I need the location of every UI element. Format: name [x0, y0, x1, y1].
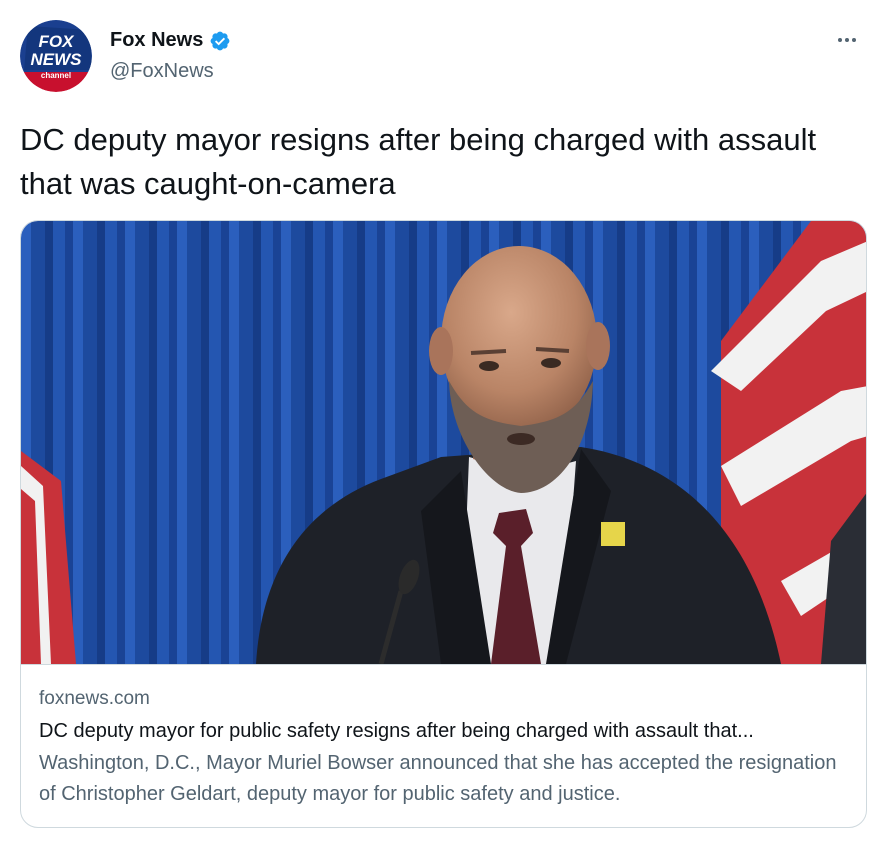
- author-name-row[interactable]: Fox News: [110, 29, 231, 52]
- avatar-text-channel: channel: [41, 71, 71, 80]
- fox-news-logo: FOX NEWS channel: [20, 20, 92, 92]
- tweet-text: DC deputy mayor resigns after being char…: [20, 122, 817, 201]
- card-title[interactable]: DC deputy mayor for public safety resign…: [39, 716, 850, 746]
- link-card[interactable]: foxnews.com DC deputy mayor for public s…: [20, 220, 867, 828]
- more-horizontal-icon[interactable]: [832, 30, 862, 50]
- press-conference-photo: [21, 221, 866, 664]
- card-domain: foxnews.com: [39, 688, 150, 709]
- avatar[interactable]: FOX NEWS channel: [20, 20, 92, 92]
- display-name[interactable]: Fox News: [110, 29, 203, 52]
- avatar-text-fox: FOX: [39, 32, 76, 51]
- handle[interactable]: @FoxNews: [110, 60, 214, 83]
- tweet[interactable]: FOX NEWS channel Fox News @FoxNews DC de…: [0, 0, 882, 844]
- verified-badge-icon: [209, 30, 231, 52]
- card-description: Washington, D.C., Mayor Muriel Bowser an…: [39, 752, 837, 805]
- card-image[interactable]: [21, 221, 866, 664]
- card-body[interactable]: foxnews.com DC deputy mayor for public s…: [21, 664, 866, 827]
- avatar-text-news: NEWS: [31, 50, 83, 69]
